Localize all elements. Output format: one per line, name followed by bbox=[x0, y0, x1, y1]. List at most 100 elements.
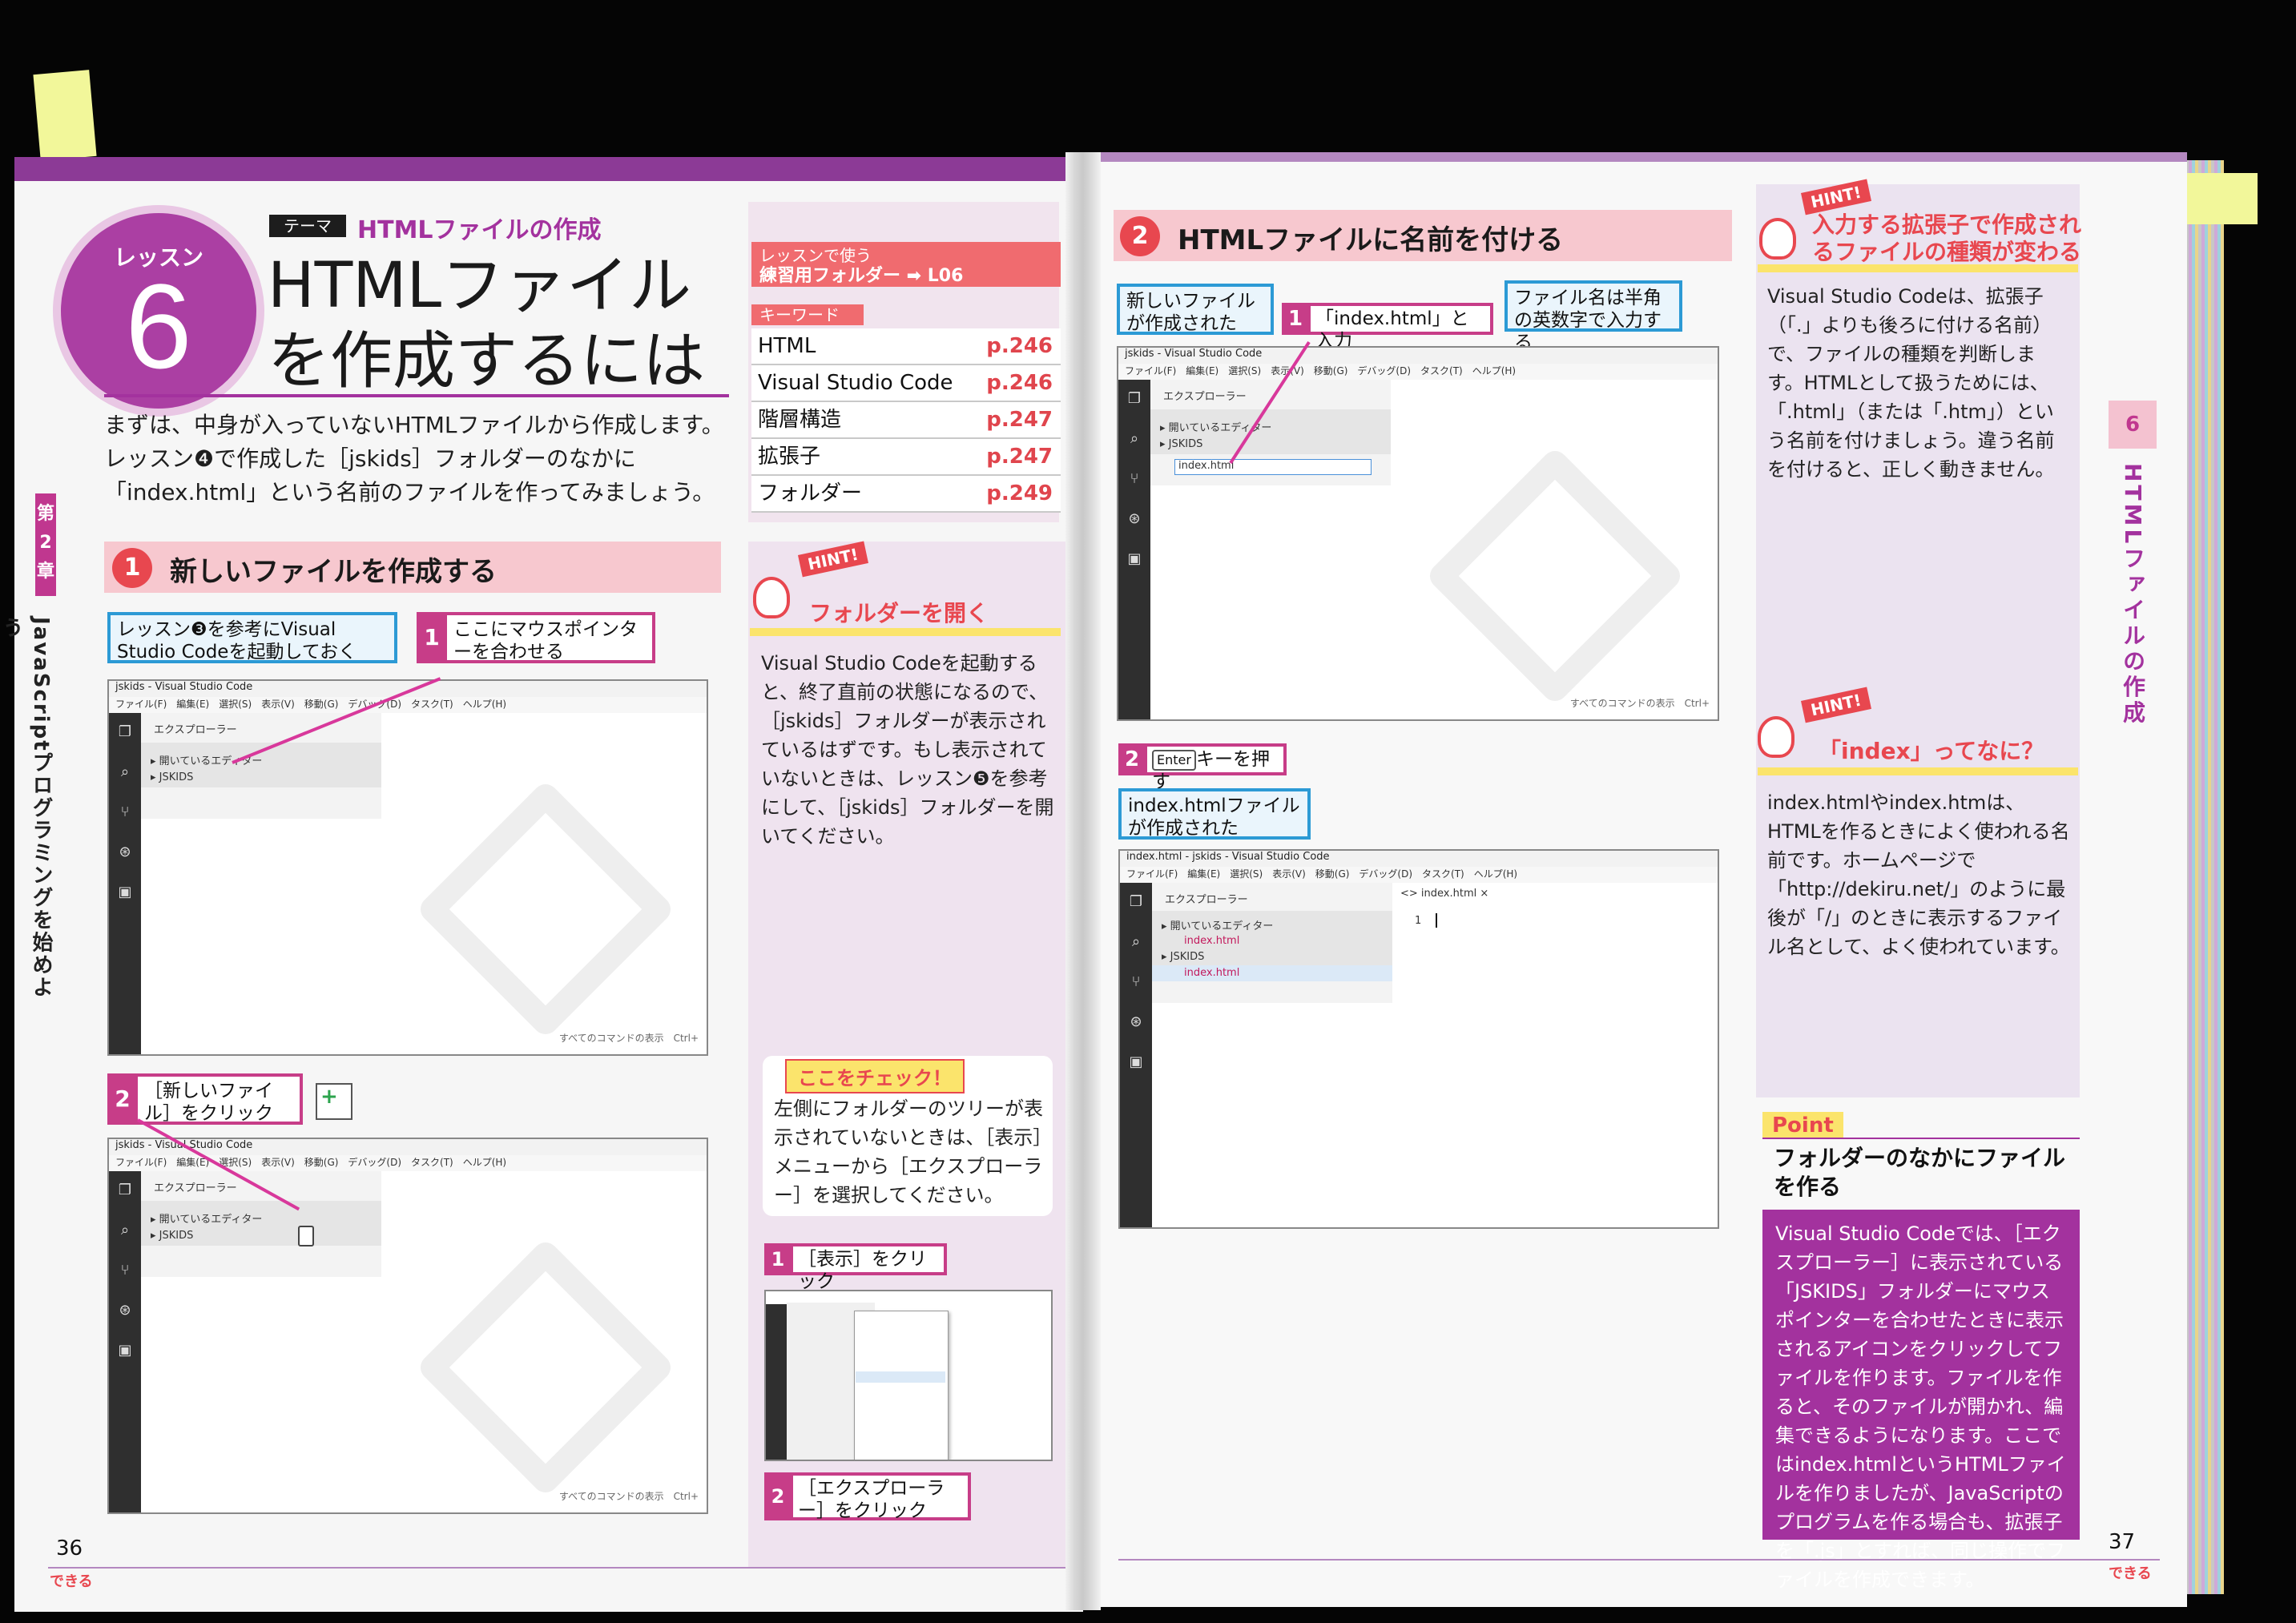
top-bar bbox=[1101, 152, 2187, 162]
open-editors: ▸ 開いているエディター bbox=[141, 743, 381, 768]
step-number: 2 bbox=[1120, 216, 1160, 256]
hint-rule bbox=[750, 628, 1061, 636]
keyword-term: フォルダー bbox=[758, 481, 863, 505]
lesson-badge: レッスン 6 bbox=[53, 205, 264, 417]
folder-jskids: ▸ JSKIDS bbox=[1152, 949, 1392, 965]
lightbulb-icon bbox=[1759, 218, 1796, 260]
lightbulb-icon bbox=[1758, 716, 1795, 758]
text-caret bbox=[1436, 913, 1437, 928]
view-menu bbox=[854, 1311, 949, 1460]
debug-icon: ⊛ bbox=[119, 844, 131, 860]
menu-screenshot bbox=[764, 1290, 1053, 1461]
callout: ［新しいファイル］をクリック bbox=[135, 1073, 303, 1125]
folder-file[interactable]: index.html bbox=[1152, 965, 1392, 981]
chapter-tab: 第2章 bbox=[35, 493, 56, 596]
chapter-title: JavaScriptプログラミングを始めよう bbox=[0, 617, 53, 999]
keyword-row: 階層構造 p.247 bbox=[751, 402, 1061, 439]
search-icon: ⌕ bbox=[120, 1222, 130, 1238]
activity-bar bbox=[766, 1304, 787, 1460]
book-gutter bbox=[1065, 152, 1101, 1610]
callout-number: 1 bbox=[1282, 303, 1309, 335]
enter-key: Enter bbox=[1152, 749, 1196, 771]
sticky-note bbox=[2181, 173, 2258, 224]
point-rule bbox=[1762, 1138, 2080, 1139]
page-number: 37 bbox=[2109, 1530, 2136, 1554]
callout-number: 2 bbox=[764, 1472, 792, 1520]
new-file-icon: + bbox=[316, 1083, 352, 1120]
page-number: 36 bbox=[56, 1536, 83, 1561]
explorer-pane: エクスプローラー ▸ 開いているエディター ▸ JSKIDS index.htm… bbox=[1150, 380, 1391, 485]
mouse-cursor-icon bbox=[298, 1226, 314, 1246]
hint-rule bbox=[1758, 264, 2078, 272]
screenshot: jskids - Visual Studio Code ファイル(F) 編集(E… bbox=[107, 1138, 708, 1514]
top-bar bbox=[14, 157, 1083, 181]
files-icon: ❐ bbox=[1127, 390, 1142, 407]
callout-number: 1 bbox=[417, 612, 447, 663]
use-label: レッスンで使う bbox=[759, 246, 872, 265]
git-icon: ⑂ bbox=[120, 1262, 130, 1279]
debug-icon: ⊛ bbox=[1128, 510, 1141, 527]
callout-number: 2 bbox=[107, 1073, 138, 1125]
hint-body: index.htmlやindex.htmは、HTMLを作るときによく使われる名前… bbox=[1767, 791, 2070, 958]
explorer-pane: エクスプローラー ▸ 開いているエディター index.html ▸ JSKID… bbox=[1152, 883, 1392, 1003]
callout: ［表示］をクリック bbox=[790, 1243, 947, 1292]
folder-jskids: ▸ JSKIDS bbox=[141, 1226, 381, 1246]
vscode-watermark-icon bbox=[415, 1237, 676, 1498]
editor-tab[interactable]: <> index.html × bbox=[1400, 888, 1488, 900]
keyword-row: HTML p.246 bbox=[751, 328, 1061, 365]
screenshot: jskids - Visual Studio Code ファイル(F) 編集(E… bbox=[107, 679, 708, 1056]
footer-hint: すべてのコマンドの表示 Ctrl+ bbox=[1569, 698, 1710, 709]
step-number: 1 bbox=[112, 548, 152, 588]
extensions-icon: ▣ bbox=[1127, 550, 1142, 567]
keyword-term: HTML bbox=[758, 334, 816, 358]
window-title: index.html - jskids - Visual Studio Code bbox=[1120, 851, 1718, 867]
callout: ここにマウスポインターを合わせる bbox=[444, 612, 655, 663]
use-folder-box: レッスンで使う 練習用フォルダー ➡ L06 bbox=[751, 242, 1061, 287]
callout: ［エクスプローラー］をクリック bbox=[790, 1472, 971, 1521]
keyword-term: Visual Studio Code bbox=[758, 371, 953, 395]
keyword-page: p.246 bbox=[986, 334, 1053, 358]
search-icon: ⌕ bbox=[1130, 430, 1139, 447]
theme-text: HTMLファイルの作成 bbox=[357, 216, 602, 244]
use-folder: 練習用フォルダー ➡ L06 bbox=[759, 266, 964, 286]
menu-highlight bbox=[856, 1371, 945, 1383]
explorer-title: エクスプローラー bbox=[1165, 894, 1248, 906]
extensions-icon: ▣ bbox=[118, 1342, 132, 1359]
step-title: HTMLファイルに名前を付ける bbox=[1178, 224, 1564, 256]
search-icon: ⌕ bbox=[120, 763, 130, 780]
hint-body: Visual Studio Codeは、拡張子（「.」よりも後ろに付ける名前）で… bbox=[1767, 285, 2055, 481]
callout: Enter キーを押す bbox=[1144, 743, 1287, 792]
keyword-row: フォルダー p.249 bbox=[751, 476, 1061, 513]
folder-jskids: ▸ JSKIDS bbox=[141, 768, 381, 787]
explorer-title: エクスプローラー bbox=[154, 1182, 237, 1194]
hint-title: 「index」ってなに？ bbox=[1819, 738, 2044, 764]
vscode-watermark-icon bbox=[1424, 445, 1686, 707]
line-number: 1 bbox=[1415, 915, 1422, 927]
lightbulb-icon bbox=[753, 577, 790, 618]
keyword-term: 拡張子 bbox=[758, 445, 821, 469]
open-file[interactable]: index.html bbox=[1152, 933, 1392, 949]
files-icon: ❐ bbox=[118, 723, 132, 740]
activity-bar: ❐ ⌕ ⑂ ⊛ ▣ bbox=[1118, 380, 1150, 719]
screenshot: index.html - jskids - Visual Studio Code… bbox=[1118, 849, 1719, 1229]
files-icon: ❐ bbox=[118, 1182, 132, 1198]
filename-input[interactable]: index.html bbox=[1174, 459, 1372, 475]
divider bbox=[104, 394, 729, 397]
extensions-icon: ▣ bbox=[1129, 1053, 1143, 1070]
hint-title: フォルダーを開く bbox=[809, 600, 989, 626]
open-editors: ▸ 開いているエディター bbox=[141, 1201, 381, 1226]
open-editors: ▸ 開いているエディター bbox=[1150, 409, 1391, 435]
check-tag: ここをチェック！ bbox=[785, 1059, 965, 1093]
lesson-title: HTMLファイルを作成するには bbox=[268, 250, 706, 397]
keyword-row: 拡張子 p.247 bbox=[751, 439, 1061, 476]
footer-rule bbox=[48, 1567, 1065, 1569]
brand-logo: できる bbox=[50, 1573, 93, 1590]
activity-bar: ❐ ⌕ ⑂ ⊛ ▣ bbox=[109, 1171, 141, 1512]
folder-jskids: ▸ JSKIDS bbox=[1150, 435, 1391, 454]
open-editors: ▸ 開いているエディター bbox=[1152, 911, 1392, 933]
note: index.htmlファイルが作成された bbox=[1118, 788, 1311, 840]
keyword-page: p.247 bbox=[986, 408, 1053, 432]
explorer-pane: エクスプローラー ▸ 開いているエディター ▸ JSKIDS bbox=[141, 713, 381, 819]
debug-icon: ⊛ bbox=[119, 1302, 131, 1319]
step-title: 新しいファイルを作成する bbox=[170, 556, 497, 588]
